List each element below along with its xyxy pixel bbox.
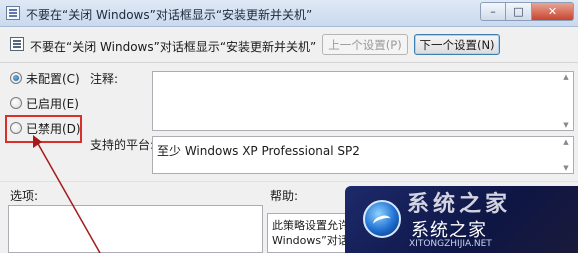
radio-not-configured[interactable]: 未配置(C) xyxy=(10,70,80,86)
close-button[interactable]: ✕ xyxy=(532,2,574,21)
divider xyxy=(0,181,578,182)
platform-label: 支持的平台: xyxy=(90,138,155,152)
radio-enabled[interactable]: 已启用(E) xyxy=(10,95,79,111)
scroll-up-icon[interactable]: ▲ xyxy=(561,138,571,146)
window-controls: – □ ✕ xyxy=(480,2,574,22)
minimize-button[interactable]: – xyxy=(480,2,506,21)
options-label: 选项: xyxy=(10,189,39,203)
options-panel xyxy=(8,205,263,253)
setting-icon xyxy=(10,37,24,51)
radio-label: 已启用(E) xyxy=(26,96,79,111)
maximize-button[interactable]: □ xyxy=(506,2,532,21)
supported-platform-box: 至少 Windows XP Professional SP2 ▲ ▼ xyxy=(152,136,574,174)
watermark-ghost-text: 系统之家 xyxy=(407,192,512,217)
highlight-box xyxy=(5,115,82,143)
previous-setting-button[interactable]: 上一个设置(P) xyxy=(322,34,408,55)
comment-label: 注释: xyxy=(90,72,119,86)
window-title: 不要在“关闭 Windows”对话框显示“安装更新并关机” xyxy=(26,8,313,22)
divider xyxy=(0,62,578,63)
scroll-down-icon[interactable]: ▼ xyxy=(561,121,571,129)
scroll-up-icon[interactable]: ▲ xyxy=(561,73,571,81)
radio-button[interactable] xyxy=(10,72,22,84)
watermark-url: XITONGZHIJIA.NET xyxy=(409,239,492,249)
policy-icon xyxy=(6,6,20,20)
comment-textarea[interactable]: ▲ ▼ xyxy=(152,71,574,131)
scroll-down-icon[interactable]: ▼ xyxy=(561,164,571,172)
platform-value: 至少 Windows XP Professional SP2 xyxy=(157,144,360,158)
watermark-logo: 系统之家 系统之家 XITONGZHIJIA.NET xyxy=(345,186,578,253)
globe-logo-icon xyxy=(363,200,401,238)
help-label: 帮助: xyxy=(270,189,299,203)
radio-button[interactable] xyxy=(10,97,22,109)
radio-label: 未配置(C) xyxy=(26,71,80,86)
next-setting-button[interactable]: 下一个设置(N) xyxy=(414,34,500,55)
policy-title: 不要在“关闭 Windows”对话框显示“安装更新并关机” xyxy=(30,40,317,54)
window-titlebar: 不要在“关闭 Windows”对话框显示“安装更新并关机” – □ ✕ xyxy=(0,0,578,27)
